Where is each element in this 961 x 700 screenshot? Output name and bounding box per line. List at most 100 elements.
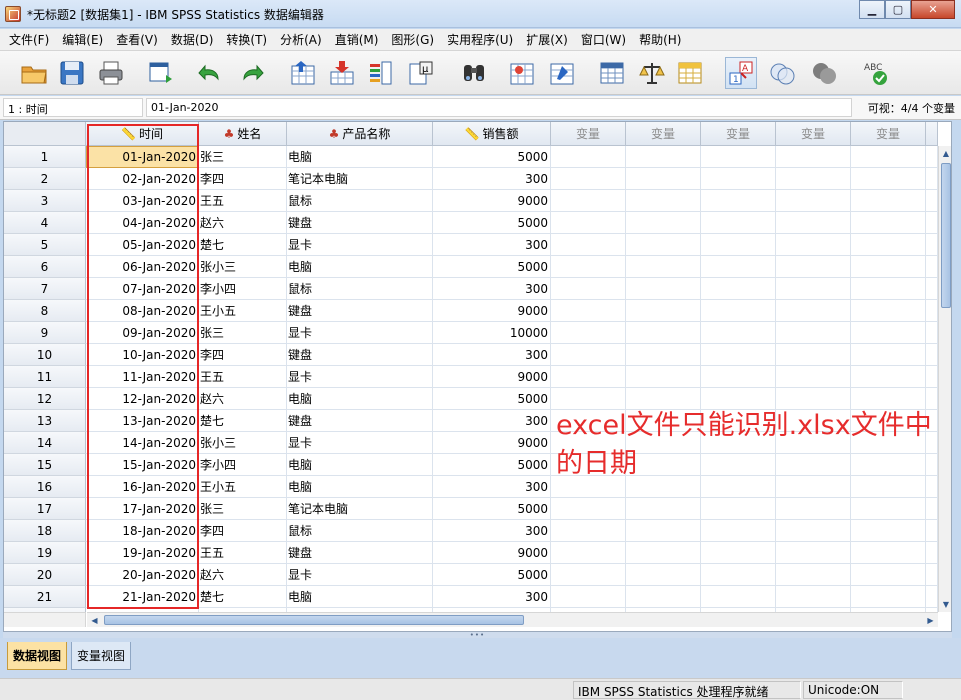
spell-check-icon[interactable]: ABC (860, 57, 892, 89)
row-number[interactable]: 6 (4, 256, 86, 278)
date-cell[interactable]: 17-Jan-2020 (86, 498, 199, 520)
sales-cell[interactable]: 9000 (433, 190, 551, 212)
empty-cell[interactable] (776, 366, 851, 388)
save-icon[interactable] (56, 57, 88, 89)
sales-cell[interactable]: 300 (433, 586, 551, 608)
empty-cell[interactable] (926, 564, 938, 586)
empty-cell[interactable] (626, 146, 701, 168)
name-cell[interactable]: 王小五 (199, 476, 287, 498)
empty-cell[interactable] (851, 278, 926, 300)
empty-cell[interactable] (701, 256, 776, 278)
column-header[interactable]: 📏 销售额 (433, 122, 551, 146)
vertical-scrollbar[interactable]: ▲ ▼ (938, 146, 951, 612)
empty-cell[interactable] (926, 498, 938, 520)
vertical-scroll-thumb[interactable] (941, 163, 951, 308)
empty-column-header[interactable] (926, 122, 938, 146)
empty-cell[interactable] (626, 234, 701, 256)
empty-cell[interactable] (851, 146, 926, 168)
weight-cases-icon[interactable] (636, 57, 668, 89)
empty-cell[interactable] (776, 498, 851, 520)
empty-cell[interactable] (626, 168, 701, 190)
find-icon[interactable] (458, 57, 490, 89)
empty-column-header[interactable]: 变量 (551, 122, 626, 146)
row-number[interactable]: 8 (4, 300, 86, 322)
row-number[interactable]: 1 (4, 146, 86, 168)
menu-item[interactable]: 直销(M) (330, 31, 384, 48)
name-cell[interactable]: 楚七 (199, 410, 287, 432)
empty-cell[interactable] (701, 520, 776, 542)
row-number[interactable]: 4 (4, 212, 86, 234)
product-cell[interactable]: 键盘 (287, 410, 433, 432)
menu-item[interactable]: 文件(F) (4, 31, 54, 48)
product-cell[interactable]: 鼠标 (287, 520, 433, 542)
empty-column-header[interactable]: 变量 (776, 122, 851, 146)
row-number[interactable]: 15 (4, 454, 86, 476)
row-number[interactable]: 7 (4, 278, 86, 300)
sales-cell[interactable]: 9000 (433, 432, 551, 454)
empty-cell[interactable] (701, 300, 776, 322)
empty-cell[interactable] (626, 366, 701, 388)
menu-item[interactable]: 帮助(H) (634, 31, 686, 48)
name-cell[interactable]: 张三 (199, 146, 287, 168)
menu-item[interactable]: 窗口(W) (576, 31, 631, 48)
empty-cell[interactable] (701, 278, 776, 300)
empty-cell[interactable] (926, 168, 938, 190)
name-cell[interactable]: 李四 (199, 520, 287, 542)
name-cell[interactable]: 楚七 (199, 586, 287, 608)
date-cell[interactable]: 11-Jan-2020 (86, 366, 199, 388)
sales-cell[interactable]: 9000 (433, 542, 551, 564)
date-cell[interactable]: 04-Jan-2020 (86, 212, 199, 234)
empty-cell[interactable] (551, 498, 626, 520)
empty-cell[interactable] (626, 564, 701, 586)
empty-cell[interactable] (851, 366, 926, 388)
sales-cell[interactable]: 300 (433, 520, 551, 542)
row-number[interactable]: 20 (4, 564, 86, 586)
empty-cell[interactable] (926, 322, 938, 344)
name-cell[interactable]: 王小五 (199, 300, 287, 322)
row-number[interactable]: 21 (4, 586, 86, 608)
name-cell[interactable]: 赵六 (199, 388, 287, 410)
empty-cell[interactable] (776, 542, 851, 564)
empty-cell[interactable] (626, 498, 701, 520)
empty-column-header[interactable]: 变量 (851, 122, 926, 146)
empty-cell[interactable] (701, 564, 776, 586)
empty-cell[interactable] (926, 234, 938, 256)
date-cell[interactable]: 03-Jan-2020 (86, 190, 199, 212)
empty-cell[interactable] (776, 212, 851, 234)
menu-item[interactable]: 扩展(X) (521, 31, 573, 48)
empty-cell[interactable] (851, 344, 926, 366)
empty-cell[interactable] (551, 256, 626, 278)
scroll-up-icon[interactable]: ▲ (939, 146, 951, 161)
sales-cell[interactable]: 5000 (433, 212, 551, 234)
empty-cell[interactable] (851, 322, 926, 344)
sales-cell[interactable]: 5000 (433, 498, 551, 520)
empty-cell[interactable] (626, 300, 701, 322)
empty-cell[interactable] (926, 344, 938, 366)
date-cell[interactable]: 15-Jan-2020 (86, 454, 199, 476)
row-number[interactable]: 11 (4, 366, 86, 388)
sales-cell[interactable]: 5000 (433, 146, 551, 168)
empty-cell[interactable] (701, 322, 776, 344)
empty-cell[interactable] (776, 344, 851, 366)
product-cell[interactable]: 显卡 (287, 234, 433, 256)
product-cell[interactable]: 鼠标 (287, 190, 433, 212)
empty-cell[interactable] (701, 234, 776, 256)
row-number[interactable]: 17 (4, 498, 86, 520)
empty-cell[interactable] (776, 168, 851, 190)
empty-cell[interactable] (551, 278, 626, 300)
product-cell[interactable]: 电脑 (287, 256, 433, 278)
empty-cell[interactable] (851, 234, 926, 256)
sales-cell[interactable]: 5000 (433, 564, 551, 586)
row-number[interactable]: 10 (4, 344, 86, 366)
product-cell[interactable]: 键盘 (287, 344, 433, 366)
empty-cell[interactable] (851, 190, 926, 212)
row-number[interactable]: 3 (4, 190, 86, 212)
print-icon[interactable] (95, 57, 127, 89)
row-number[interactable]: 9 (4, 322, 86, 344)
empty-cell[interactable] (701, 366, 776, 388)
date-cell[interactable]: 06-Jan-2020 (86, 256, 199, 278)
sales-cell[interactable]: 9000 (433, 300, 551, 322)
product-cell[interactable]: 电脑 (287, 388, 433, 410)
use-sets-icon[interactable] (766, 57, 798, 89)
date-cell[interactable]: 13-Jan-2020 (86, 410, 199, 432)
